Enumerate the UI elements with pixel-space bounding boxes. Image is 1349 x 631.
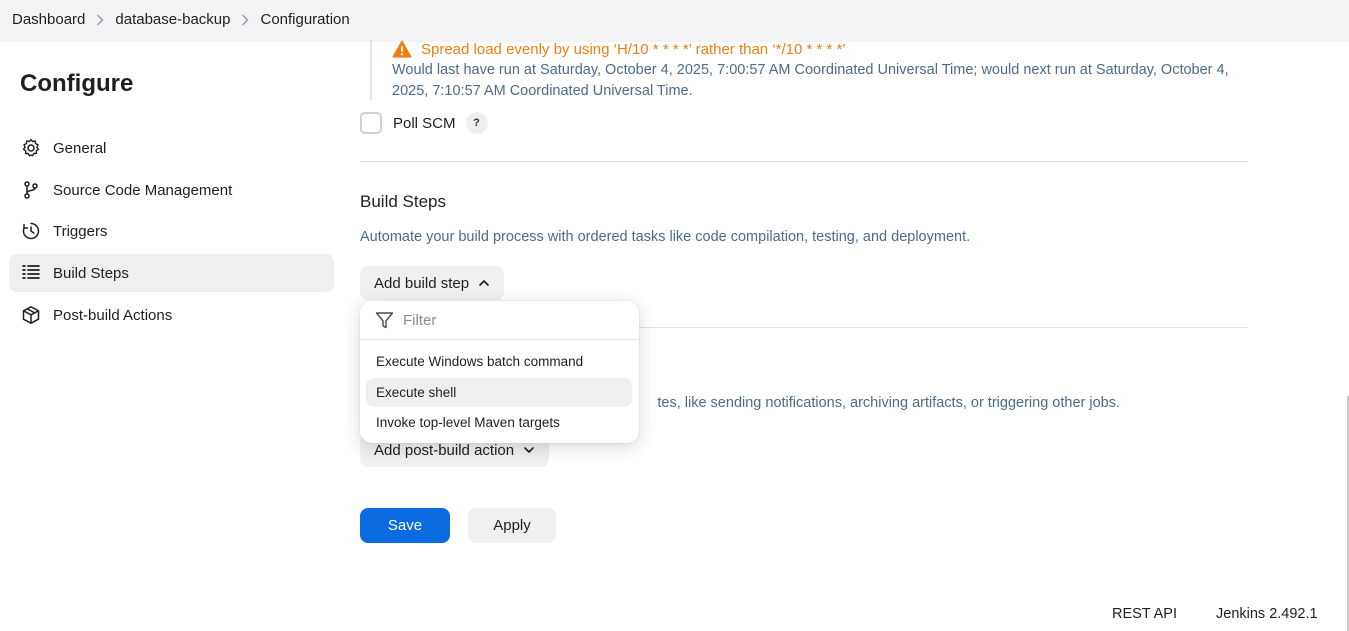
help-icon[interactable]: ? bbox=[465, 112, 488, 134]
poll-scm-checkbox[interactable] bbox=[360, 112, 382, 134]
sidebar-item-general[interactable]: General bbox=[9, 129, 334, 167]
sidebar-item-source-code-management[interactable]: Source Code Management bbox=[9, 171, 334, 209]
branch-icon bbox=[21, 180, 41, 200]
breadcrumb-configuration[interactable]: Configuration bbox=[260, 11, 349, 28]
menu-item-execute-shell[interactable]: Execute shell bbox=[366, 378, 632, 407]
package-icon bbox=[21, 305, 41, 325]
warning-icon bbox=[392, 40, 412, 58]
breadcrumb-dashboard[interactable]: Dashboard bbox=[12, 11, 85, 28]
save-button[interactable]: Save bbox=[360, 508, 450, 543]
page-title: Configure bbox=[20, 70, 134, 97]
sidebar-item-label: Triggers bbox=[53, 222, 108, 240]
warning-text: Spread load evenly by using ‘H/10 * * * … bbox=[421, 40, 846, 58]
section-divider bbox=[360, 161, 1248, 162]
apply-button[interactable]: Apply bbox=[468, 508, 556, 543]
sidebar-item-label: General bbox=[53, 139, 107, 157]
filter-input[interactable] bbox=[403, 311, 623, 329]
chevron-right-icon bbox=[230, 14, 260, 26]
gear-icon bbox=[21, 138, 41, 158]
clock-icon bbox=[21, 221, 41, 241]
add-build-step-label: Add build step bbox=[374, 274, 470, 292]
dropdown-filter bbox=[360, 301, 639, 340]
list-icon bbox=[21, 263, 41, 283]
build-steps-description: Automate your build process with ordered… bbox=[360, 229, 971, 245]
breadcrumb-bar: Dashboard database-backup Configuration bbox=[0, 0, 1349, 42]
schedule-run-info: Would last have run at Saturday, October… bbox=[392, 62, 1229, 99]
sidebar-item-label: Post-build Actions bbox=[53, 306, 173, 324]
breadcrumb: Dashboard database-backup Configuration bbox=[12, 11, 350, 28]
chevron-down-icon bbox=[523, 444, 535, 456]
rest-api-link[interactable]: REST API bbox=[1112, 606, 1177, 622]
poll-scm-label[interactable]: Poll SCM bbox=[393, 115, 456, 132]
sidebar-item-label: Source Code Management bbox=[53, 181, 233, 199]
sidebar-item-build-steps[interactable]: Build Steps bbox=[9, 254, 334, 292]
trigger-detail-bar bbox=[370, 40, 372, 100]
cron-warning: Spread load evenly by using ‘H/10 * * * … bbox=[392, 40, 846, 58]
add-post-build-action-label: Add post-build action bbox=[374, 441, 515, 459]
sidebar-item-post-build-actions[interactable]: Post-build Actions bbox=[9, 296, 334, 334]
chevron-up-icon bbox=[478, 277, 490, 289]
sidebar-item-triggers[interactable]: Triggers bbox=[9, 212, 334, 250]
menu-item-invoke-maven[interactable]: Invoke top-level Maven targets bbox=[366, 408, 632, 437]
breadcrumb-job[interactable]: database-backup bbox=[115, 11, 230, 28]
add-build-step-button[interactable]: Add build step bbox=[360, 266, 505, 300]
build-steps-title: Build Steps bbox=[360, 192, 446, 211]
version-link[interactable]: Jenkins 2.492.1 bbox=[1216, 606, 1318, 622]
sidebar-item-label: Build Steps bbox=[53, 264, 129, 282]
build-step-dropdown: Execute Windows batch command Execute sh… bbox=[360, 301, 639, 443]
filter-icon bbox=[375, 311, 394, 330]
chevron-right-icon bbox=[85, 14, 115, 26]
poll-scm-row: Poll SCM ? bbox=[360, 112, 488, 134]
menu-item-execute-windows-batch[interactable]: Execute Windows batch command bbox=[366, 347, 632, 376]
